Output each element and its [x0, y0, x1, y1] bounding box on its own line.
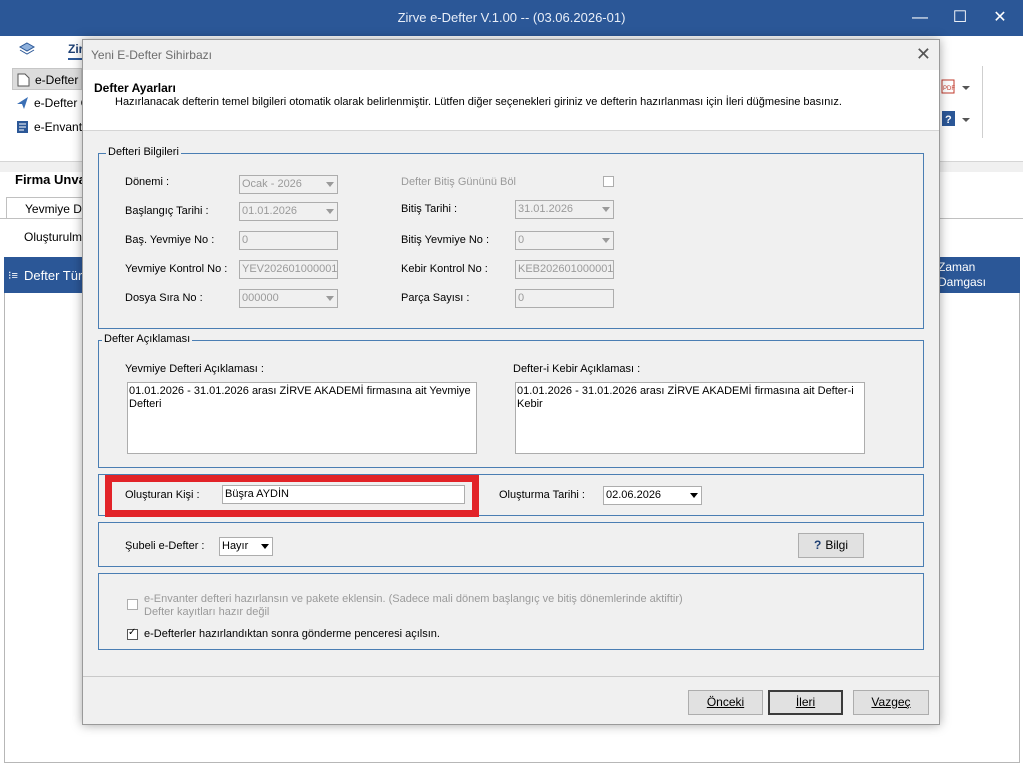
chevron-down-icon	[261, 544, 269, 549]
svg-text:?: ?	[945, 114, 952, 126]
envanter-note: Defter kayıtları hazır değil	[144, 606, 270, 618]
chevron-down-icon	[690, 493, 698, 498]
app-titlebar: Zirve e-Defter V.1.00 -- (03.06.2026-01)…	[0, 0, 1023, 36]
bas-yevmiye-label: Baş. Yevmiye No :	[125, 234, 215, 246]
bitis-yevmiye-label: Bitiş Yevmiye No :	[401, 234, 490, 246]
send-icon	[17, 97, 28, 109]
envanter-checkbox[interactable]	[127, 599, 138, 610]
app-menu-icon[interactable]	[18, 42, 36, 58]
defter-aciklamasi-group: Defter Açıklaması Yevmiye Defteri Açıkla…	[98, 333, 924, 468]
grid-col-defter-turu[interactable]: Defter Tür	[24, 268, 82, 283]
tab-yevmiye[interactable]: Yevmiye De	[6, 197, 86, 219]
kebir-aciklama-label: Defter-i Kebir Açıklaması :	[513, 363, 641, 375]
yevmiye-kontrol-input[interactable]: YEV202601000001	[239, 260, 338, 279]
document-icon	[17, 73, 30, 87]
bas-yevmiye-input[interactable]: 0	[239, 231, 338, 250]
subeli-label: Şubeli e-Defter :	[125, 540, 205, 552]
ribbon-item-label: e-Defter H	[35, 73, 81, 87]
parca-sayisi-input[interactable]: 0	[515, 289, 614, 308]
bitis-tarihi-select[interactable]: 31.01.2026	[515, 200, 614, 219]
bilgi-button[interactable]: ? Bilgi	[798, 533, 864, 558]
bitis-tarihi-label: Bitiş Tarihi :	[401, 203, 458, 215]
olusturan-kisi-label: Oluşturan Kişi :	[125, 489, 200, 501]
group-legend: Defteri Bilgileri	[106, 146, 181, 158]
yevmiye-kontrol-label: Yevmiye Kontrol No :	[125, 263, 228, 275]
yevmiye-aciklama-label: Yevmiye Defteri Açıklaması :	[125, 363, 264, 375]
options-group: e-Envanter defteri hazırlansın ve pakete…	[98, 573, 924, 650]
olusturma-tarihi-picker[interactable]: 02.06.2026	[603, 486, 702, 505]
dialog-close-button[interactable]: ✕	[916, 44, 931, 65]
donemi-label: Dönemi :	[125, 176, 170, 188]
list-icon	[17, 121, 28, 133]
baslangic-tarihi-select[interactable]: 01.01.2026	[239, 202, 338, 221]
svg-text:PDF: PDF	[943, 86, 955, 92]
ribbon-item-label: e-Defter G	[34, 96, 82, 110]
chevron-down-icon	[326, 182, 334, 187]
chevron-down-icon	[326, 209, 334, 214]
ribbon-separator	[982, 66, 983, 138]
yevmiye-aciklama-textarea[interactable]: 01.01.2026 - 31.01.2026 arası ZİRVE AKAD…	[127, 382, 477, 454]
kebir-aciklama-textarea[interactable]: 01.01.2026 - 31.01.2026 arası ZİRVE AKAD…	[515, 382, 865, 454]
onceki-label: Önceki	[706, 695, 745, 709]
bitis-gunu-bol-checkbox[interactable]	[603, 176, 614, 187]
ribbon-item-edefter-hazirla[interactable]: e-Defter H	[12, 68, 82, 90]
chevron-down-icon	[326, 296, 334, 301]
bitis-yevmiye-value: 0	[518, 234, 525, 246]
vazgec-button[interactable]: Vazgeç	[853, 690, 929, 715]
bilgi-label: Bilgi	[825, 538, 849, 552]
olusturma-tarihi-label: Oluşturma Tarihi :	[499, 489, 585, 501]
subeli-group: Şubeli e-Defter : Hayır ? Bilgi	[98, 522, 924, 567]
donemi-value: Ocak - 2026	[242, 178, 302, 190]
dosya-sira-label: Dosya Sıra No :	[125, 292, 203, 304]
grid-menu-icon[interactable]: ⁝≡	[8, 269, 18, 282]
firma-label: Firma Unva	[15, 172, 86, 187]
ileri-button[interactable]: İleri	[768, 690, 843, 715]
help-icon[interactable]: ?	[940, 110, 974, 128]
header-description: Hazırlanacak defterin temel bilgileri ot…	[115, 96, 842, 108]
ileri-label: İleri	[795, 695, 816, 709]
help-icon: ?	[813, 538, 822, 552]
close-window-button[interactable]: ✕	[985, 6, 1015, 30]
footer-divider	[83, 676, 939, 677]
subeli-select[interactable]: Hayır	[219, 537, 273, 556]
maximize-button[interactable]: ☐	[945, 6, 975, 30]
kebir-kontrol-label: Kebir Kontrol No :	[401, 263, 488, 275]
app-title: Zirve e-Defter V.1.00 -- (03.06.2026-01)	[397, 10, 626, 25]
parca-sayisi-label: Parça Sayısı :	[401, 292, 470, 304]
dialog-titlebar: Yeni E-Defter Sihirbazı ✕	[83, 40, 939, 70]
baslangic-tarihi-value: 01.01.2026	[242, 205, 298, 217]
gonderme-label: e-Defterler hazırlandıktan sonra gönderm…	[144, 628, 440, 640]
chevron-down-icon	[602, 207, 610, 212]
grid-col-zaman-damgasi[interactable]: Zaman Damgası	[938, 260, 998, 290]
minimize-button[interactable]: —	[905, 6, 935, 30]
ribbon-item-eenvanter[interactable]: e-Envanter	[12, 116, 82, 138]
defteri-bilgileri-group: Defteri Bilgileri Dönemi : Ocak - 2026 B…	[98, 146, 924, 329]
donemi-select[interactable]: Ocak - 2026	[239, 175, 338, 194]
bitis-gunu-bol-label: Defter Bitiş Gününü Böl	[401, 176, 516, 188]
baslangic-tarihi-label: Başlangıç Tarihi :	[125, 205, 209, 217]
wizard-dialog: Yeni E-Defter Sihirbazı ✕ Defter Ayarlar…	[82, 39, 940, 725]
olusturan-kisi-input[interactable]: Büşra AYDİN	[222, 485, 465, 504]
dosya-sira-select[interactable]: 000000	[239, 289, 338, 308]
bitis-yevmiye-select[interactable]: 0	[515, 231, 614, 250]
olusturan-group: Oluşturan Kişi : Büşra AYDİN Oluşturma T…	[98, 474, 924, 517]
ribbon-item-edefter-gonder[interactable]: e-Defter G	[12, 92, 82, 114]
olusturulmus-label: Oluşturulmu	[24, 230, 89, 244]
onceki-button[interactable]: Önceki	[688, 690, 763, 715]
dialog-header: Defter Ayarları Hazırlanacak defterin te…	[83, 70, 939, 131]
kebir-kontrol-input[interactable]: KEB202601000001	[515, 260, 614, 279]
chevron-down-icon	[602, 238, 610, 243]
olusturma-tarihi-value: 02.06.2026	[606, 489, 662, 501]
group-legend: Defter Açıklaması	[102, 333, 193, 345]
vazgec-label: Vazgeç	[871, 695, 911, 709]
gonderme-checkbox[interactable]	[127, 627, 138, 640]
header-title: Defter Ayarları	[94, 81, 176, 95]
ribbon-item-label: e-Envanter	[34, 120, 82, 134]
subeli-value: Hayır	[222, 540, 249, 552]
dosya-sira-value: 000000	[242, 292, 279, 304]
dialog-title: Yeni E-Defter Sihirbazı	[91, 48, 212, 62]
bitis-tarihi-value: 31.01.2026	[518, 203, 574, 215]
pdf-icon[interactable]: PDF	[940, 78, 974, 96]
envanter-label: e-Envanter defteri hazırlansın ve pakete…	[144, 593, 683, 605]
